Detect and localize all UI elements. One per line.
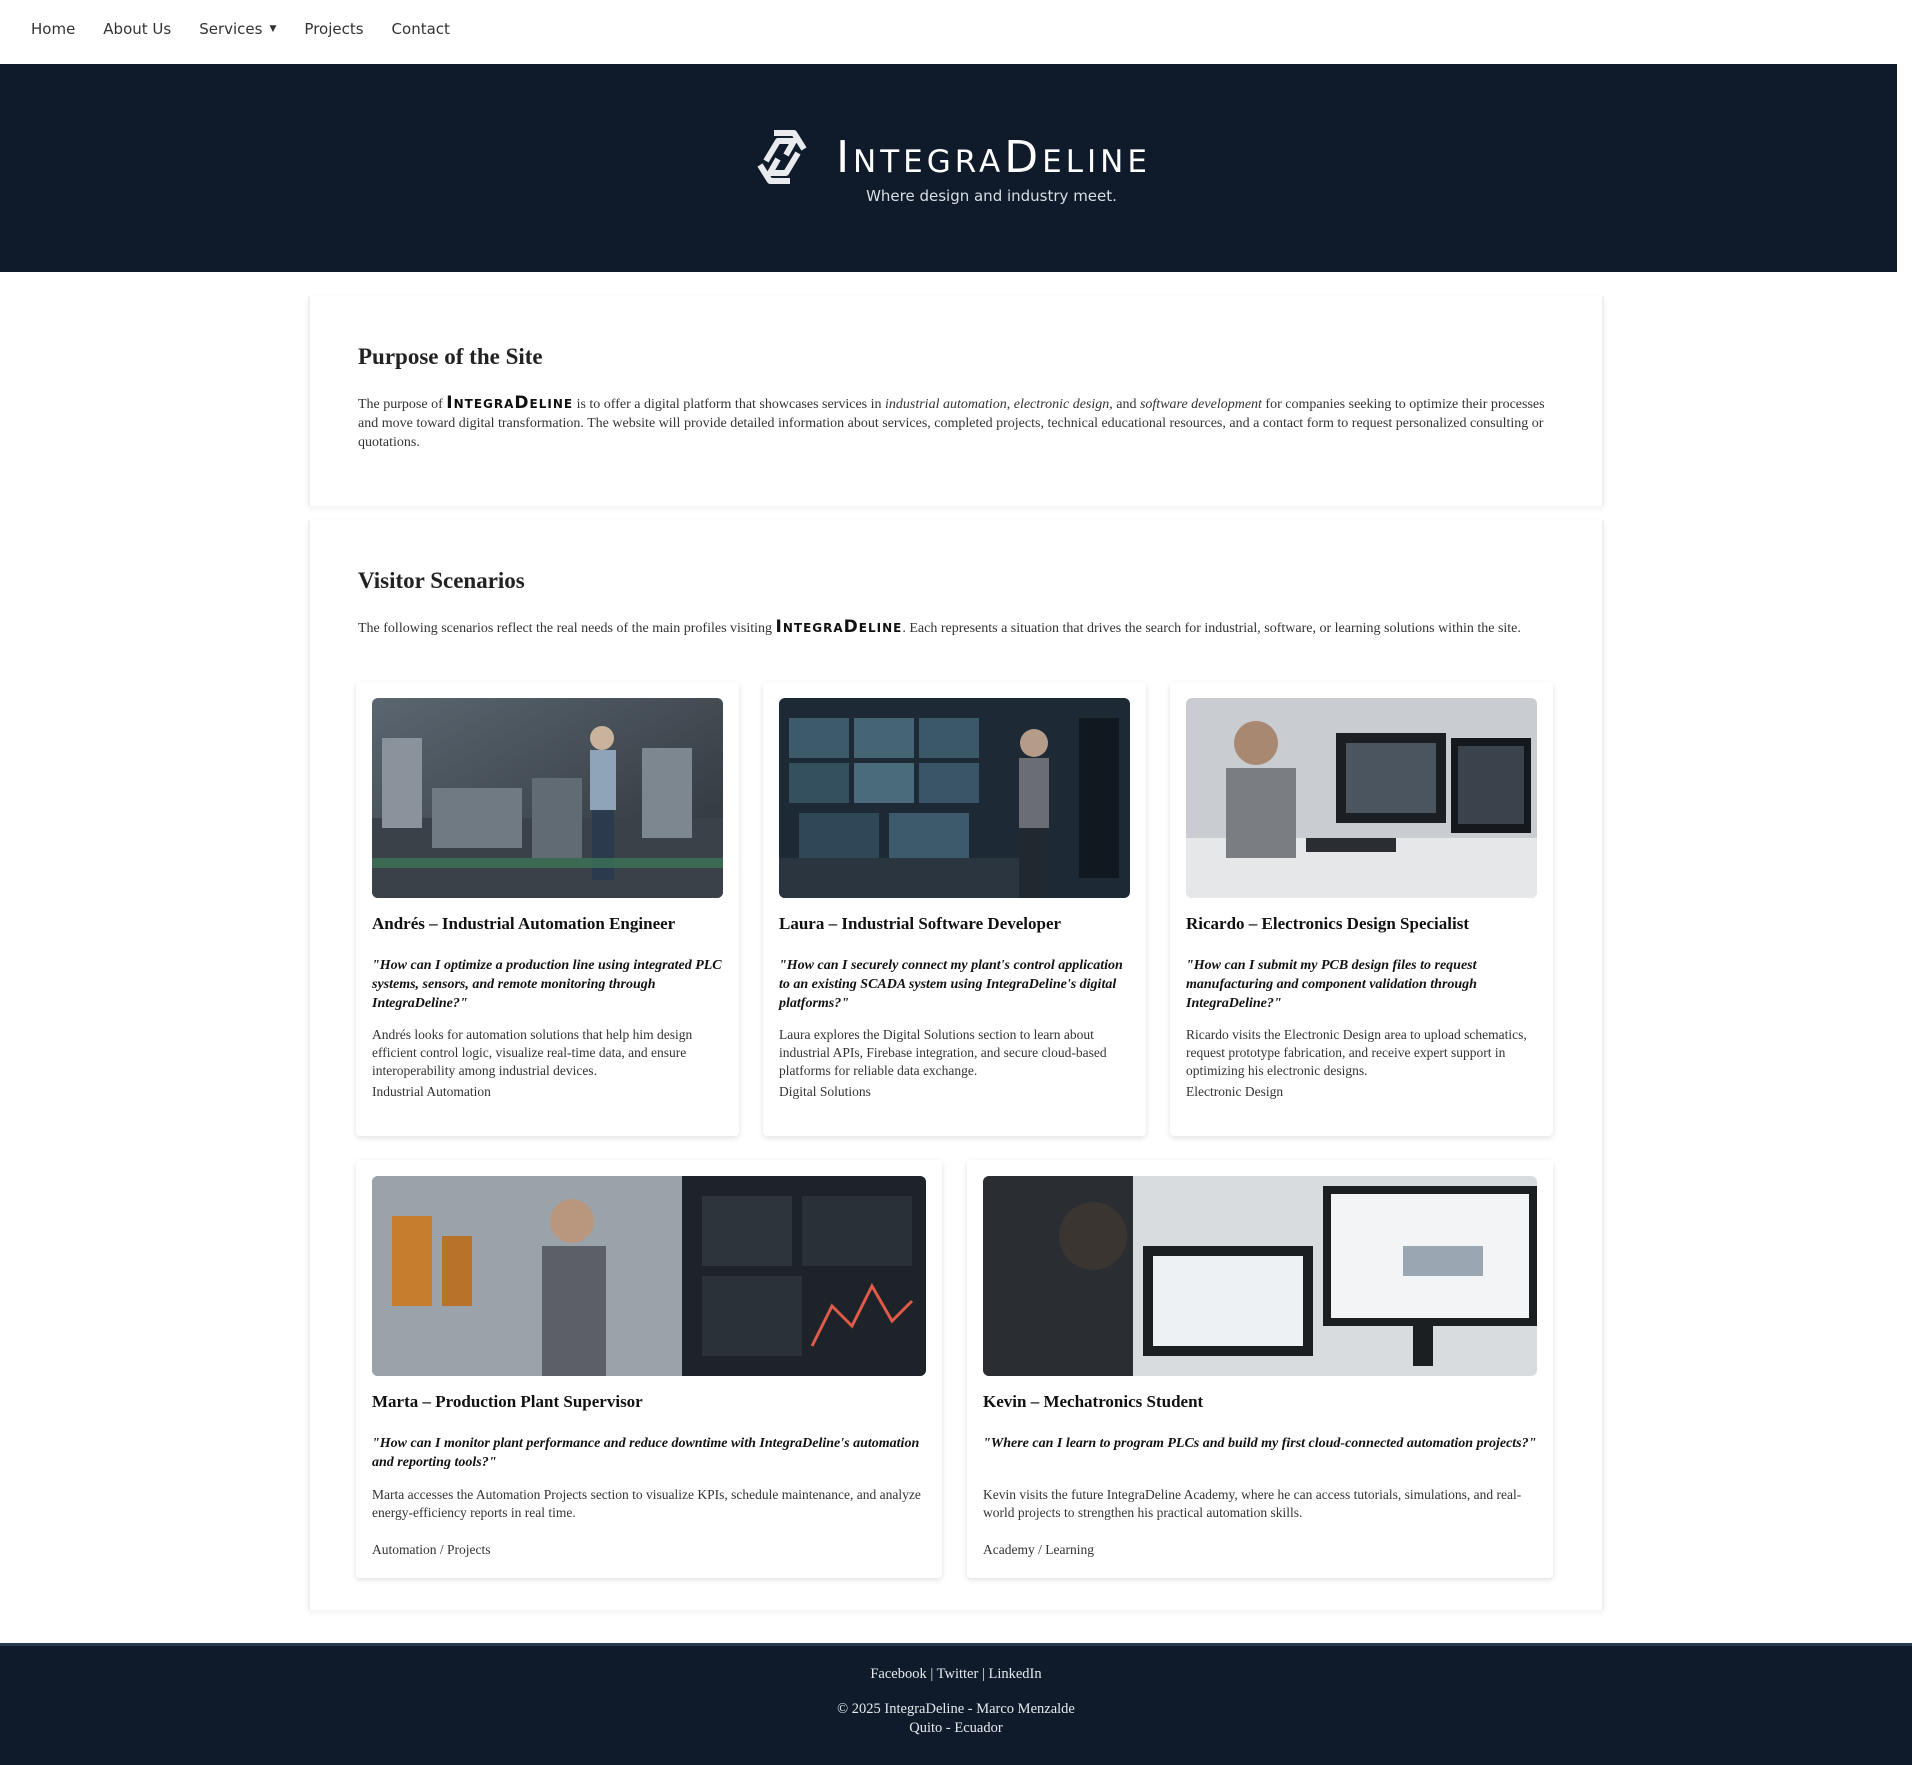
purpose-em-automation: industrial automation [885,397,1007,412]
student-laptop-photo-image [983,1176,1537,1376]
nav-contact-label: Contact [391,20,450,38]
purpose-em-electronic: electronic design [1013,397,1110,412]
nav-projects[interactable]: Projects [304,20,363,38]
linkedin-link[interactable]: LinkedIn [988,1666,1041,1682]
tagline: Where design and industry meet. [866,187,1117,205]
card-title: Andrés – Industrial Automation Engineer [372,914,676,933]
social-links: Facebook | Twitter | LinkedIn [0,1666,1912,1683]
purpose-brand: IntegraDeline [446,393,574,413]
scenario-card-kevin: Kevin – Mechatronics Student "Where can … [967,1160,1553,1578]
brand-row: IntegraDeline [746,121,1151,193]
nav-about[interactable]: About Us [103,20,171,38]
card-title: Ricardo – Electronics Design Specialist [1186,914,1469,933]
scenario-card-laura: Laura – Industrial Software Developer "H… [763,682,1146,1136]
card-quote: "Where can I learn to program PLCs and b… [983,1436,1537,1451]
card-tag: Electronic Design [1186,1084,1284,1099]
link-separator: | [978,1666,989,1682]
footer: Facebook | Twitter | LinkedIn © 2025 Int… [0,1643,1912,1765]
card-description: Kevin visits the future IntegraDeline Ac… [983,1487,1522,1520]
card-quote: "How can I optimize a production line us… [372,958,722,1011]
nav-contact[interactable]: Contact [392,20,450,38]
card-quote: "How can I monitor plant performance and… [372,1436,920,1470]
control-room-photo-image [779,698,1130,898]
hero-banner: IntegraDeline Where design and industry … [0,64,1897,272]
purpose-text: The purpose of IntegraDeline is to offer… [358,394,1554,452]
logo-icon [757,130,807,184]
card-title: Marta – Production Plant Supervisor [372,1392,643,1411]
visitors-text-after: . Each represents a situation that drive… [902,621,1521,636]
location-text: Quito - Ecuador [909,1720,1003,1736]
visitors-intro: The following scenarios reflect the real… [358,618,1554,638]
twitter-link[interactable]: Twitter [937,1666,979,1682]
purpose-text-before: The purpose of [358,397,447,412]
card-description: Andrés looks for automation solutions th… [372,1027,693,1078]
card-tag: Academy / Learning [983,1542,1094,1557]
facebook-link[interactable]: Facebook [870,1666,926,1682]
engineer-workstation-photo-image [1186,698,1537,898]
visitors-brand: IntegraDeline [775,617,903,637]
purpose-sep1: , [1006,397,1014,412]
card-quote: "How can I submit my PCB design files to… [1186,958,1477,1011]
visitors-text-before: The following scenarios reflect the real… [358,621,776,636]
nav-services-label: Services [199,20,263,38]
purpose-section: Purpose of the Site The purpose of Integ… [308,296,1604,506]
brand-name: IntegraDeline [836,131,1151,183]
purpose-em-software: software development [1139,397,1262,412]
copyright-text: © 2025 IntegraDeline - Marco Menzalde [837,1701,1075,1717]
nav-home-label: Home [31,20,76,38]
plant-supervisor-photo-image [372,1176,926,1376]
top-nav: Home About Us Services ▼ Projects Contac… [0,0,1912,58]
factory-photo-image [372,698,723,898]
visitors-title: Visitor Scenarios [358,568,525,593]
copyright-block: © 2025 IntegraDeline - Marco Menzalde Qu… [0,1700,1912,1738]
card-description: Ricardo visits the Electronic Design are… [1186,1027,1527,1078]
card-title: Laura – Industrial Software Developer [779,914,1062,933]
nav-services[interactable]: Services ▼ [199,20,276,38]
card-tag: Digital Solutions [779,1084,871,1099]
purpose-sep2: , and [1109,397,1140,412]
purpose-title: Purpose of the Site [358,344,543,369]
card-title: Kevin – Mechatronics Student [983,1392,1204,1411]
nav-about-label: About Us [103,20,172,38]
scenario-card-marta: Marta – Production Plant Supervisor "How… [356,1160,942,1578]
card-description: Laura explores the Digital Solutions sec… [779,1027,1107,1078]
nav-home[interactable]: Home [31,20,75,38]
nav-projects-label: Projects [304,20,364,38]
link-separator: | [926,1666,937,1682]
card-quote: "How can I securely connect my plant's c… [779,958,1123,1011]
scenario-card-ricardo: Ricardo – Electronics Design Specialist … [1170,682,1553,1136]
card-description: Marta accesses the Automation Projects s… [372,1487,921,1520]
scenario-card-andres: Andrés – Industrial Automation Engineer … [356,682,739,1136]
purpose-text-middle: is to offer a digital platform that show… [573,397,885,412]
card-tag: Automation / Projects [372,1542,491,1557]
chevron-down-icon: ▼ [269,24,277,34]
card-tag: Industrial Automation [372,1084,491,1099]
